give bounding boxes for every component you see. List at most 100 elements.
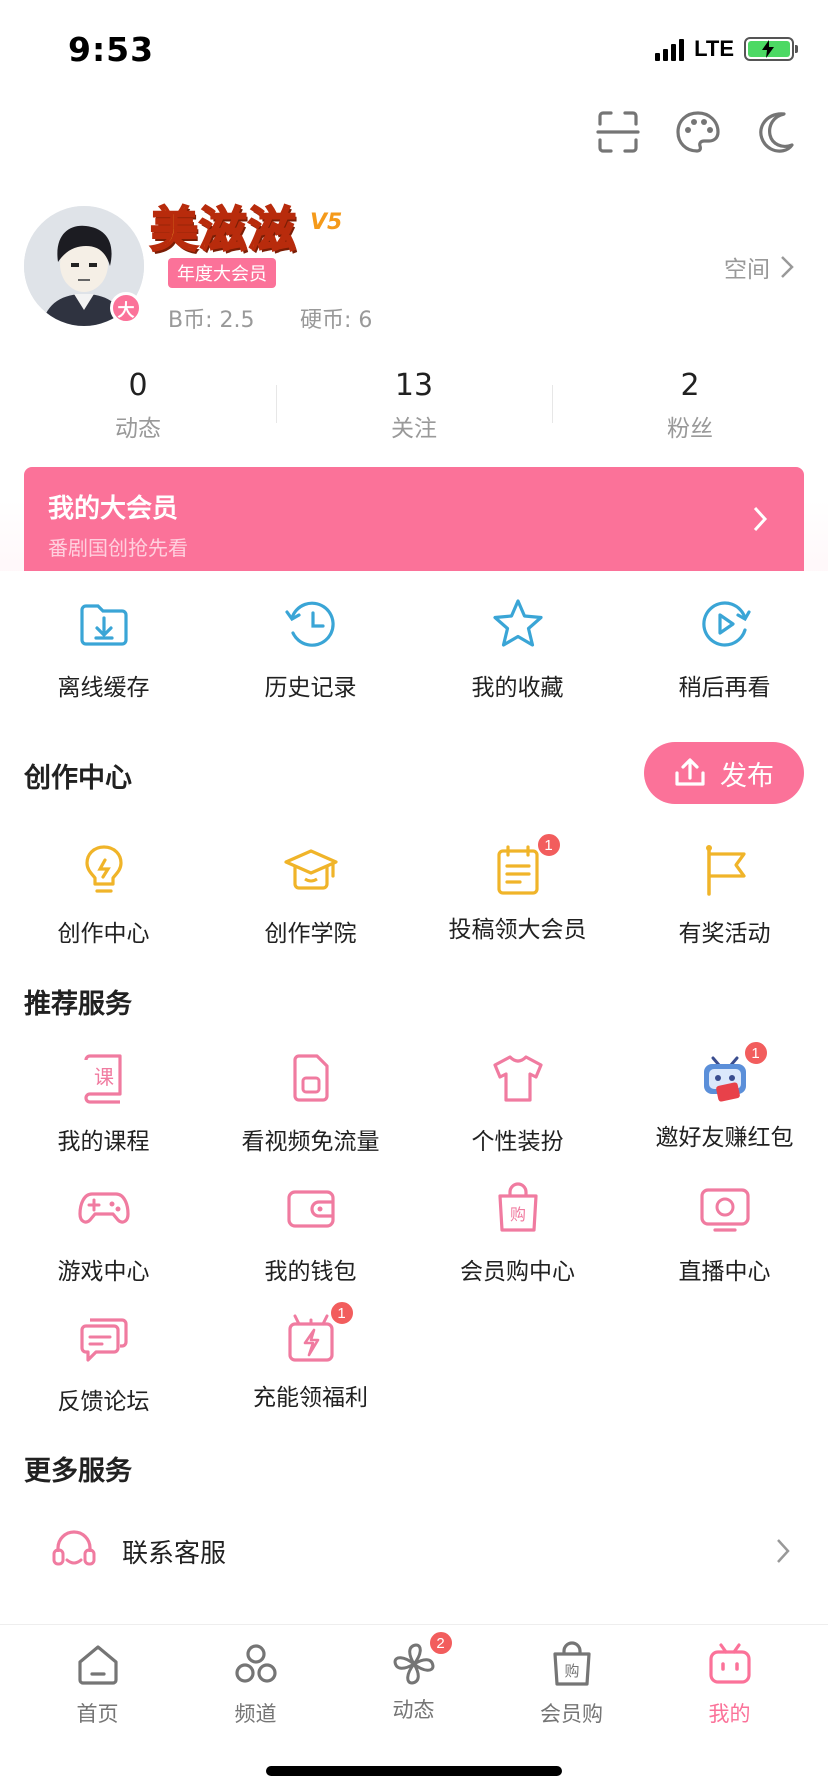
tab-label: 会员购 — [540, 1702, 603, 1726]
stat-label: 粉丝 — [667, 416, 713, 442]
notification-badge: 1 — [535, 832, 562, 858]
scan-icon[interactable] — [594, 108, 642, 156]
service-charge-rewards[interactable]: 1 充能领福利 — [207, 1300, 414, 1412]
space-link[interactable]: 空间 — [724, 250, 794, 284]
network-type: LTE — [694, 36, 734, 61]
moon-icon[interactable] — [754, 108, 802, 156]
svg-text:购: 购 — [564, 1662, 579, 1680]
vip-avatar-badge: 大 — [110, 292, 142, 324]
service-label: 我的课程 — [57, 1129, 150, 1155]
home-indicator — [266, 1766, 562, 1776]
service-game-center[interactable]: 游戏中心 — [0, 1180, 207, 1286]
coin-balance[interactable]: 硬币: 6 — [300, 302, 372, 334]
creation-label: 投稿领大会员 — [448, 917, 587, 943]
tshirt-icon — [492, 1055, 543, 1102]
creation-academy[interactable]: 创作学院 — [207, 842, 414, 948]
service-label: 邀好友赚红包 — [655, 1125, 794, 1151]
section-title-recommended: 推荐服务 — [24, 989, 132, 1020]
quick-watch-later[interactable]: 稍后再看 — [621, 596, 828, 702]
live-tv-icon — [699, 1188, 750, 1232]
history-clock-icon — [284, 601, 335, 647]
service-label: 游戏中心 — [57, 1259, 150, 1285]
upload-icon — [675, 758, 705, 786]
stat-dynamics[interactable]: 0 动态 — [0, 368, 276, 443]
tab-label: 我的 — [708, 1702, 751, 1726]
tab-mine[interactable]: 我的 — [647, 1640, 812, 1728]
tv-icon — [708, 1643, 751, 1684]
service-invite-friends[interactable]: 1 邀好友赚红包 — [621, 1040, 828, 1152]
battery-icon — [744, 37, 798, 61]
username: 美滋滋 — [149, 203, 298, 258]
svg-text:购: 购 — [509, 1205, 525, 1224]
star-icon — [492, 599, 543, 647]
tab-label: 频道 — [234, 1702, 277, 1726]
service-free-data[interactable]: 看视频免流量 — [207, 1050, 414, 1156]
service-label: 个性装扮 — [471, 1129, 564, 1155]
action-label: 历史记录 — [264, 675, 357, 701]
stat-followers[interactable]: 2 粉丝 — [552, 368, 828, 443]
service-my-courses[interactable]: 课 我的课程 — [0, 1050, 207, 1156]
tab-channel[interactable]: 频道 — [173, 1640, 338, 1728]
service-wallet[interactable]: 我的钱包 — [207, 1180, 414, 1286]
action-label: 稍后再看 — [678, 675, 771, 701]
tab-dynamics[interactable]: 2 动态 — [331, 1630, 496, 1724]
quick-offline-cache[interactable]: 离线缓存 — [0, 596, 207, 702]
reward-activities[interactable]: 有奖活动 — [621, 842, 828, 948]
vip-banner-title: 我的大会员 — [48, 494, 179, 524]
service-vip-shop[interactable]: 购 会员购中心 — [414, 1180, 621, 1286]
creation-label: 有奖活动 — [678, 921, 771, 947]
shopping-bag-icon: 购 — [497, 1182, 538, 1232]
flag-icon — [705, 845, 746, 896]
service-label: 看视频免流量 — [241, 1129, 380, 1155]
action-label: 离线缓存 — [57, 675, 150, 701]
level-badge: V5 — [310, 210, 343, 235]
graduation-cap-icon — [283, 849, 338, 890]
chevron-right-icon — [781, 256, 794, 278]
publish-label: 发布 — [720, 760, 774, 792]
palette-icon[interactable] — [674, 108, 722, 156]
stat-value: 0 — [128, 368, 148, 403]
notification-badge: 1 — [742, 1040, 769, 1066]
headset-icon — [52, 1530, 96, 1566]
publish-button[interactable]: 发布 — [644, 742, 804, 804]
section-title-more: 更多服务 — [24, 1456, 132, 1487]
quick-favorites[interactable]: 我的收藏 — [414, 596, 621, 702]
b-coin-balance[interactable]: B币: 2.5 — [168, 302, 255, 334]
stat-label: 动态 — [115, 416, 161, 442]
service-feedback-forum[interactable]: 反馈论坛 — [0, 1310, 207, 1416]
stat-following[interactable]: 13 关注 — [276, 368, 552, 443]
chevron-right-icon — [753, 506, 768, 532]
watch-later-icon — [701, 601, 751, 647]
vip-tag[interactable]: 年度大会员 — [168, 258, 276, 288]
creation-label: 创作学院 — [264, 921, 357, 947]
contact-support-label: 联系客服 — [122, 1539, 227, 1569]
stat-value: 2 — [680, 368, 700, 403]
service-live-center[interactable]: 直播中心 — [621, 1180, 828, 1286]
service-label: 反馈论坛 — [57, 1389, 150, 1415]
channel-icon — [234, 1644, 277, 1683]
stat-value: 13 — [394, 368, 434, 403]
submit-for-vip[interactable]: 1 投稿领大会员 — [414, 832, 621, 944]
service-label: 我的钱包 — [264, 1259, 357, 1285]
course-book-icon: 课 — [83, 1054, 122, 1104]
tab-label: 动态 — [392, 1698, 435, 1722]
vip-banner-subtitle: 番剧国创抢先看 — [48, 536, 188, 560]
tab-vip-shop[interactable]: 购 会员购 — [489, 1640, 654, 1728]
service-personal-outfit[interactable]: 个性装扮 — [414, 1050, 621, 1156]
signal-icon — [655, 37, 685, 61]
download-folder-icon — [79, 604, 128, 646]
creation-label: 创作中心 — [57, 921, 150, 947]
tab-label: 首页 — [76, 1702, 119, 1726]
quick-history[interactable]: 历史记录 — [207, 596, 414, 702]
service-label: 充能领福利 — [253, 1385, 368, 1411]
creation-center[interactable]: 创作中心 — [0, 842, 207, 948]
lightbulb-icon — [84, 845, 123, 893]
tab-home[interactable]: 首页 — [15, 1640, 180, 1728]
wallet-icon — [286, 1190, 335, 1228]
shopping-bag-icon: 购 — [552, 1641, 591, 1686]
space-link-label: 空间 — [724, 257, 770, 283]
chevron-right-icon — [777, 1539, 790, 1563]
status-indicators: LTE — [655, 36, 798, 62]
notification-badge: 2 — [427, 1630, 454, 1656]
section-title-creation: 创作中心 — [24, 763, 132, 794]
